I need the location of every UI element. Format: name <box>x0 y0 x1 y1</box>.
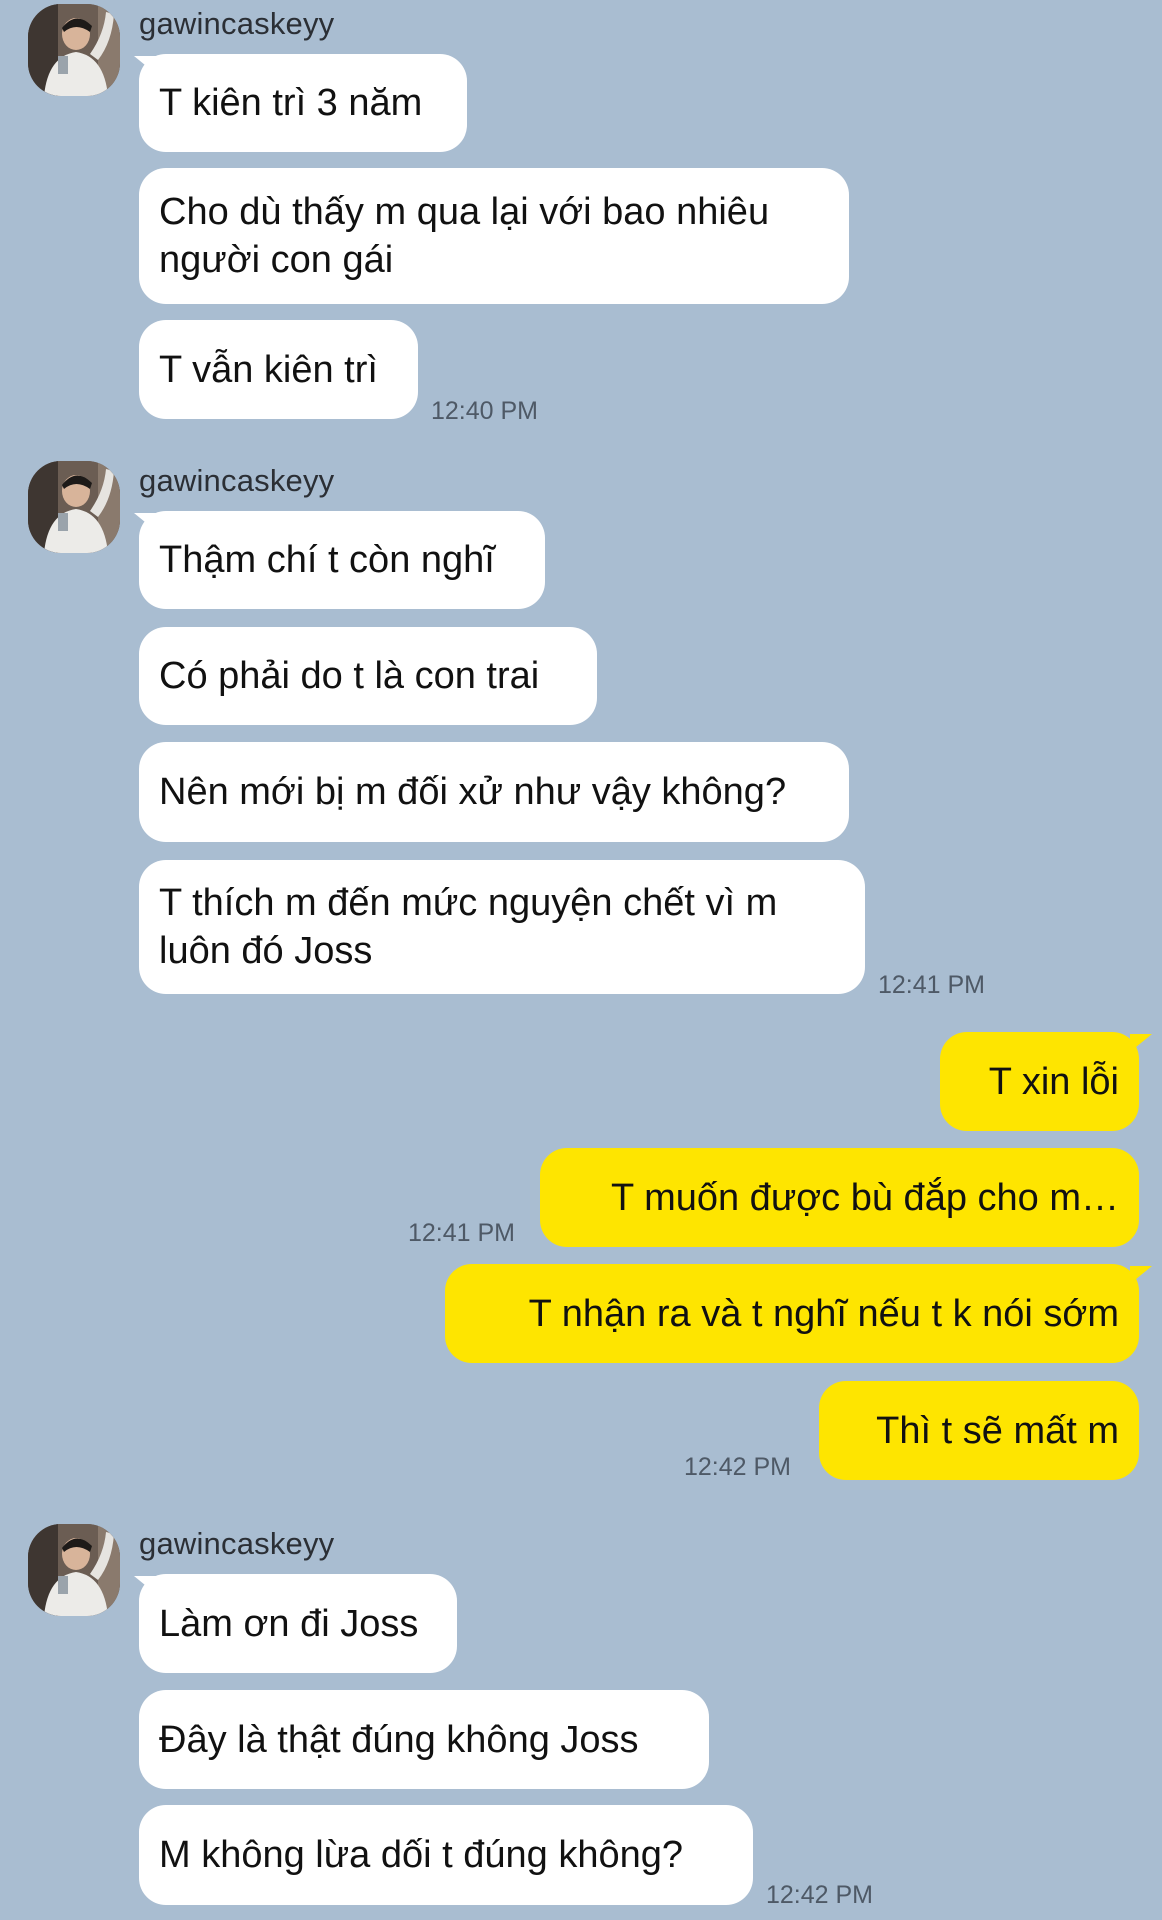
message-bubble[interactable]: Làm ơn đi Joss <box>139 1574 457 1673</box>
sender-avatar[interactable] <box>28 1524 120 1616</box>
message-bubble[interactable]: Thì t sẽ mất m <box>819 1381 1139 1480</box>
sender-name: gawincaskeyy <box>139 6 335 41</box>
message-timestamp: 12:41 PM <box>878 971 986 999</box>
message-bubble[interactable]: T muốn được bù đắp cho m… <box>540 1148 1139 1247</box>
sender-avatar[interactable] <box>28 4 120 96</box>
user-avatar-photo-icon <box>28 461 120 553</box>
message-bubble[interactable]: Nên mới bị m đối xử như vậy không? <box>139 742 849 842</box>
message-timestamp: 12:42 PM <box>766 1881 874 1909</box>
user-avatar-photo-icon <box>28 4 120 96</box>
message-timestamp: 12:42 PM <box>684 1453 792 1481</box>
sender-name: gawincaskeyy <box>139 1526 335 1561</box>
message-bubble[interactable]: T nhận ra và t nghĩ nếu t k nói sớm <box>445 1264 1139 1363</box>
message-bubble[interactable]: Đây là thật đúng không Joss <box>139 1690 709 1789</box>
message-bubble[interactable]: Thậm chí t còn nghĩ <box>139 511 545 609</box>
message-bubble[interactable]: Cho dù thấy m qua lại với bao nhiêu ngườ… <box>139 168 849 304</box>
message-timestamp: 12:41 PM <box>408 1219 516 1247</box>
message-bubble[interactable]: T kiên trì 3 năm <box>139 54 467 152</box>
message-bubble[interactable]: M không lừa dối t đúng không? <box>139 1805 753 1905</box>
user-avatar-photo-icon <box>28 1524 120 1616</box>
message-bubble[interactable]: T thích m đến mức nguyện chết vì m luôn … <box>139 860 865 994</box>
message-bubble[interactable]: T vẫn kiên trì <box>139 320 418 419</box>
sender-avatar[interactable] <box>28 461 120 553</box>
message-bubble[interactable]: T xin lỗi <box>940 1032 1139 1131</box>
message-bubble[interactable]: Có phải do t là con trai <box>139 627 597 725</box>
sender-name: gawincaskeyy <box>139 463 335 498</box>
message-timestamp: 12:40 PM <box>431 397 539 425</box>
